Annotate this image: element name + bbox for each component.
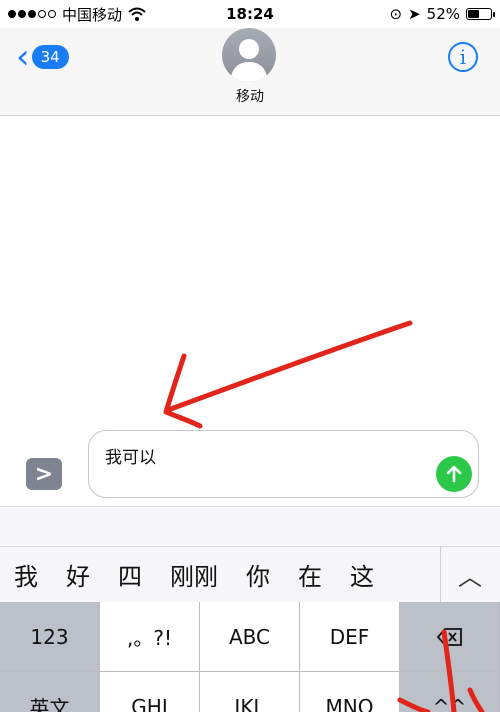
wifi-icon — [128, 7, 146, 21]
send-button[interactable] — [436, 456, 472, 492]
contact-avatar[interactable] — [222, 28, 276, 82]
key-english[interactable]: 英文 — [0, 672, 100, 712]
expand-apps-button[interactable]: > — [26, 458, 62, 490]
chevron-up-icon[interactable]: ︿ — [458, 557, 482, 592]
candidate-bar: 我 好 四 刚刚 你 在 这 ︿ — [0, 546, 500, 603]
candidate-word[interactable]: 刚刚 — [156, 557, 232, 592]
key-abc[interactable]: ABC — [200, 602, 300, 672]
status-right: ⊙ ➤ 52% — [389, 5, 495, 23]
info-icon: i — [459, 45, 467, 69]
chevron-left-icon: ‹ — [16, 37, 30, 77]
key-mno[interactable]: MNO — [300, 672, 400, 712]
arrow-up-icon — [446, 465, 462, 483]
battery-icon — [466, 8, 495, 20]
status-bar: 中国移动 18:24 ⊙ ➤ 52% — [0, 0, 500, 28]
contact-name: 移动 — [236, 89, 264, 105]
candidate-word[interactable]: 这 — [336, 557, 388, 592]
person-silhouette-icon — [230, 39, 268, 82]
messages-screen: 中国移动 18:24 ⊙ ➤ 52% ‹ 34 移动 i > 我可以 我 好 四… — [0, 0, 500, 712]
battery-percent: 52% — [426, 5, 460, 23]
input-accessory-bar — [0, 506, 500, 546]
key-jkl[interactable]: JKL — [200, 672, 300, 712]
key-123[interactable]: 123 — [0, 602, 100, 672]
info-button[interactable]: i — [448, 42, 478, 72]
candidate-word[interactable]: 在 — [284, 557, 336, 592]
candidate-word[interactable]: 四 — [104, 557, 156, 592]
carrier-label: 中国移动 — [62, 5, 123, 24]
battery-level — [468, 10, 480, 18]
candidate-word[interactable]: 你 — [232, 557, 284, 592]
divider — [440, 547, 441, 603]
key-ghi[interactable]: GHI — [100, 672, 200, 712]
back-button[interactable]: ‹ 34 — [16, 37, 69, 77]
signal-icon — [8, 10, 56, 18]
key-punctuation[interactable]: ,。?! — [100, 602, 200, 672]
status-left: 中国移动 — [8, 4, 146, 25]
location-arrow-icon: ➤ — [408, 5, 421, 23]
backspace-icon — [436, 627, 462, 646]
candidate-word[interactable]: 我 — [0, 557, 52, 592]
message-text: 我可以 — [105, 448, 156, 468]
candidate-word[interactable]: 好 — [52, 557, 104, 592]
conversation-header: ‹ 34 移动 i — [0, 28, 500, 116]
chevron-right-icon: > — [34, 461, 54, 487]
rotation-lock-icon: ⊙ — [389, 5, 403, 23]
keyboard: 123 ,。?! ABC DEF 英文 GHI JKL MNO ^^ — [0, 602, 500, 712]
delete-key[interactable] — [400, 602, 500, 672]
key-special[interactable]: ^^ — [400, 672, 500, 712]
unread-count-badge: 34 — [31, 45, 69, 69]
key-def[interactable]: DEF — [300, 602, 400, 672]
message-input[interactable]: 我可以 — [88, 430, 479, 498]
